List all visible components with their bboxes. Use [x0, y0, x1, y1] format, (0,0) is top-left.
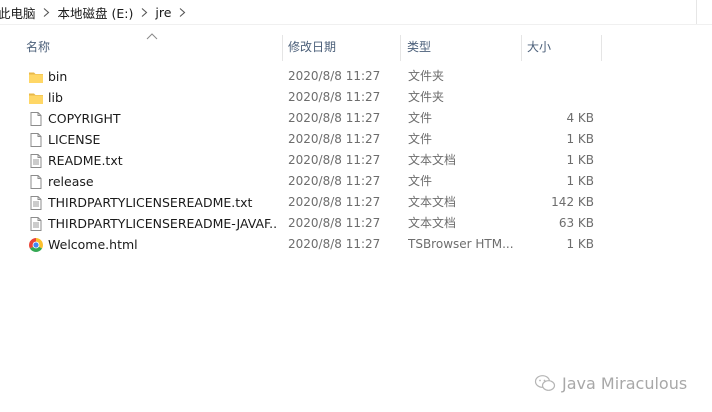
file-row-readme[interactable]: README.txt 2020/8/8 11:27 文本文档 1 KB — [0, 150, 612, 171]
file-name: release — [48, 174, 94, 189]
file-date: 2020/8/8 11:27 — [288, 195, 381, 209]
file-icon — [30, 112, 42, 126]
file-type: 文件 — [408, 132, 433, 146]
file-size: 1 KB — [566, 174, 594, 188]
chevron-right-icon[interactable] — [175, 0, 189, 24]
file-size: 1 KB — [566, 153, 594, 167]
file-icon — [30, 175, 42, 189]
folder-icon — [29, 93, 43, 104]
file-type: 文本文档 — [408, 195, 457, 209]
breadcrumb-jre[interactable]: jre — [151, 5, 175, 20]
column-header-type[interactable]: 类型 — [401, 33, 521, 61]
column-header-size[interactable]: 大小 — [521, 33, 601, 61]
file-date: 2020/8/8 11:27 — [288, 237, 381, 251]
file-size: 1 KB — [566, 132, 594, 146]
file-size — [522, 87, 594, 108]
file-size: 63 KB — [558, 216, 594, 230]
file-size — [522, 66, 594, 87]
watermark-text: Java Miraculous — [562, 373, 688, 393]
file-row-lib[interactable]: lib 2020/8/8 11:27 文件夹 — [0, 87, 612, 108]
chrome-html-icon — [29, 238, 43, 252]
breadcrumb: 此电脑 本地磁盘 (E:) jre — [0, 0, 712, 24]
file-type: 文件 — [408, 111, 433, 125]
file-name: bin — [48, 69, 68, 84]
chevron-right-icon[interactable] — [137, 0, 151, 24]
file-name: Welcome.html — [48, 237, 138, 252]
divider — [0, 24, 712, 25]
folder-icon — [29, 72, 43, 83]
file-name: LICENSE — [48, 132, 101, 147]
file-date: 2020/8/8 11:27 — [288, 216, 381, 230]
file-type: 文件夹 — [408, 90, 445, 104]
address-bar-dropdown[interactable] — [696, 0, 712, 24]
text-file-icon — [30, 196, 42, 210]
column-header-row: 名称 修改日期 类型 大小 — [0, 33, 712, 61]
file-type: 文本文档 — [408, 153, 457, 167]
file-size: 142 KB — [551, 195, 594, 209]
column-header-name[interactable]: 名称 — [20, 33, 282, 61]
file-date: 2020/8/8 11:27 — [288, 90, 381, 104]
file-name: lib — [48, 90, 63, 105]
file-size: 1 KB — [566, 237, 594, 251]
file-row-release[interactable]: release 2020/8/8 11:27 文件 1 KB — [0, 171, 612, 192]
file-row-license[interactable]: LICENSE 2020/8/8 11:27 文件 1 KB — [0, 129, 612, 150]
file-name: THIRDPARTYLICENSEREADME.txt — [48, 195, 253, 210]
file-name: README.txt — [48, 153, 123, 168]
watermark: Java Miraculous — [534, 370, 687, 396]
breadcrumb-local-disk-e[interactable]: 本地磁盘 (E:) — [54, 3, 138, 22]
column-header-date[interactable]: 修改日期 — [282, 33, 400, 61]
file-row-copyright[interactable]: COPYRIGHT 2020/8/8 11:27 文件 4 KB — [0, 108, 612, 129]
file-date: 2020/8/8 11:27 — [288, 174, 381, 188]
file-icon — [30, 133, 42, 147]
column-divider[interactable] — [601, 35, 602, 61]
file-type: 文件 — [408, 174, 433, 188]
file-date: 2020/8/8 11:27 — [288, 111, 381, 125]
file-date: 2020/8/8 11:27 — [288, 132, 381, 146]
file-type: TSBrowser HTM... — [408, 237, 514, 251]
file-date: 2020/8/8 11:27 — [288, 153, 381, 167]
text-file-icon — [30, 154, 42, 168]
file-name: COPYRIGHT — [48, 111, 121, 126]
file-name: THIRDPARTYLICENSEREADME-JAVAF... — [48, 216, 276, 231]
file-list: bin 2020/8/8 11:27 文件夹 lib 2020/8/8 11:2… — [0, 66, 712, 255]
file-row-bin[interactable]: bin 2020/8/8 11:27 文件夹 — [0, 66, 612, 87]
file-row-welcome-html[interactable]: Welcome.html 2020/8/8 11:27 TSBrowser HT… — [0, 234, 612, 255]
file-size: 4 KB — [566, 111, 594, 125]
file-date: 2020/8/8 11:27 — [288, 69, 381, 83]
file-row-thirdpartylicensereadme-javafx[interactable]: THIRDPARTYLICENSEREADME-JAVAF... 2020/8/… — [0, 213, 612, 234]
text-file-icon — [30, 217, 42, 231]
wechat-icon — [534, 375, 556, 391]
file-row-thirdpartylicensereadme[interactable]: THIRDPARTYLICENSEREADME.txt 2020/8/8 11:… — [0, 192, 612, 213]
chevron-right-icon[interactable] — [40, 0, 54, 24]
file-type: 文件夹 — [408, 69, 445, 83]
breadcrumb-this-pc[interactable]: 此电脑 — [0, 3, 40, 22]
file-type: 文本文档 — [408, 216, 457, 230]
